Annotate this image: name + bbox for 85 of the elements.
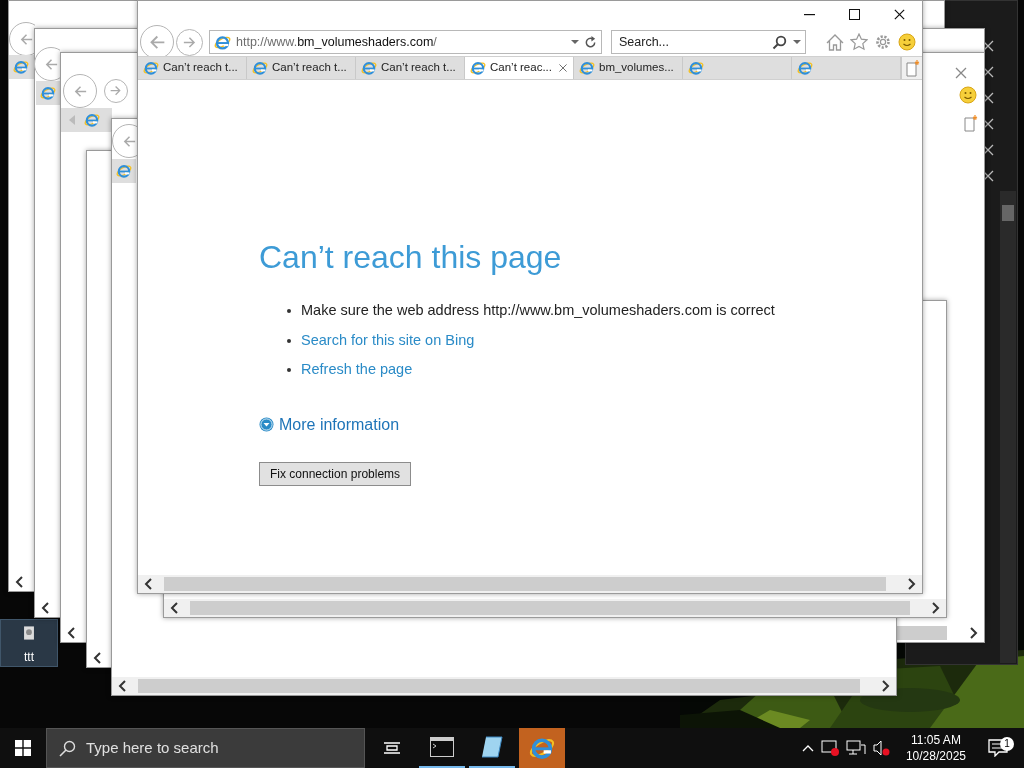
smiley-icon[interactable] (959, 85, 977, 104)
scrollbar-thumb[interactable] (190, 601, 910, 615)
browser-logo-icon (214, 33, 231, 51)
search-bar[interactable]: Search... (611, 30, 806, 54)
speaker-muted-icon[interactable] (871, 739, 892, 757)
scroll-left-icon[interactable] (41, 602, 51, 614)
desktop-icon[interactable]: ttt (0, 619, 58, 667)
home-icon[interactable] (826, 33, 844, 51)
scroll-left-icon[interactable] (170, 602, 180, 614)
notepad-icon (480, 736, 504, 758)
task-view-icon (383, 740, 401, 756)
terminal-icon (430, 737, 454, 757)
address-bar[interactable]: http://www.bm_volumeshaders.com/ (209, 30, 602, 54)
browser-tab[interactable] (9, 55, 35, 79)
link[interactable]: Refresh the page (301, 359, 413, 381)
browser-tab[interactable] (36, 81, 61, 105)
browser-tab[interactable]: Can’t reach t... (247, 57, 356, 79)
browser-logo-icon (40, 85, 56, 101)
search-icon (59, 739, 76, 757)
star-icon[interactable] (850, 33, 868, 51)
browser-logo-icon (797, 60, 813, 76)
browser-logo-icon (688, 60, 704, 76)
clock-time[interactable]: 11:05 AM (905, 731, 966, 748)
expand-icon (259, 417, 274, 433)
back-button[interactable] (9, 22, 35, 56)
desktop-icon-label: ttt (24, 649, 34, 666)
browser-tab[interactable] (61, 108, 112, 132)
settings-icon[interactable] (874, 33, 892, 51)
speech-bubble-icon (988, 739, 1008, 757)
scroll-left-icon[interactable] (67, 627, 77, 639)
scrollbar-thumb[interactable] (1002, 205, 1014, 221)
browser-tab[interactable]: Can’t reac... (465, 57, 574, 79)
browser-logo-icon (361, 60, 377, 76)
back-button[interactable] (34, 47, 60, 81)
windows-logo-icon (15, 740, 31, 756)
scrollbar-thumb[interactable] (138, 679, 860, 693)
browser-tab[interactable]: Can’t reach t... (138, 57, 247, 79)
close-icon[interactable] (893, 8, 906, 21)
right-arrow-icon (109, 84, 123, 98)
scroll-left-icon[interactable] (93, 652, 103, 664)
fix-connection-button[interactable]: Fix connection problems (259, 461, 412, 486)
search-icon[interactable] (772, 34, 787, 50)
scroll-right-icon[interactable] (906, 578, 916, 590)
maximize-icon (849, 9, 860, 20)
browser-logo-icon (470, 60, 486, 76)
chevron-up-icon[interactable] (801, 744, 814, 752)
scrollbar-thumb[interactable] (897, 626, 947, 640)
scrollbar-thumb[interactable] (164, 577, 886, 591)
dropdown-caret-icon[interactable] (793, 39, 801, 45)
scroll-right-icon[interactable] (930, 602, 940, 614)
browser-tab[interactable]: bm_volumes... (574, 57, 683, 79)
clock-date[interactable]: 10/28/2025 (905, 748, 966, 765)
link[interactable]: Search for this site on Bing (301, 329, 475, 352)
notification-count: 1 (1000, 737, 1014, 751)
scroll-left-icon[interactable] (144, 578, 154, 590)
more-information-link[interactable]: More information (259, 412, 400, 437)
back-button[interactable] (112, 124, 138, 158)
bullet-text: Make sure the web address http://www.bm_volumeshaders.com is correct (301, 301, 775, 321)
search-field[interactable]: Search... (619, 32, 769, 52)
browser-logo-icon (252, 60, 268, 76)
dropdown-caret-icon[interactable] (571, 39, 579, 45)
browser-tab[interactable] (112, 159, 136, 183)
scroll-right-icon[interactable] (968, 627, 978, 639)
close-tab-icon[interactable] (558, 63, 568, 73)
page-heading: Can’t reach this page (259, 238, 563, 277)
browser-logo-icon (143, 60, 159, 76)
smiley-icon[interactable] (898, 33, 916, 51)
monitor-icon[interactable] (845, 739, 866, 757)
refresh-icon[interactable] (584, 35, 597, 49)
taskbar-search-field[interactable]: Type here to search (46, 728, 365, 768)
network-error-icon[interactable] (819, 739, 840, 757)
notifications-button[interactable]: 1 (980, 739, 1016, 757)
browser-logo-icon (116, 163, 132, 179)
url-text: http://www.bm_volumeshaders.com/ (236, 33, 438, 51)
browser-logo-icon (84, 112, 100, 128)
browser-logo-icon (579, 60, 595, 76)
scroll-left-icon[interactable] (15, 576, 25, 588)
minimize-icon (804, 13, 815, 16)
browser-logo-icon (13, 59, 29, 75)
browser-tab[interactable]: Can’t reach t... (356, 57, 465, 79)
bullet-dot (287, 338, 291, 343)
bullet-dot (287, 368, 291, 373)
scroll-right-icon[interactable] (880, 680, 890, 692)
bullet-dot (287, 309, 291, 314)
scroll-left-icon[interactable] (118, 680, 128, 692)
